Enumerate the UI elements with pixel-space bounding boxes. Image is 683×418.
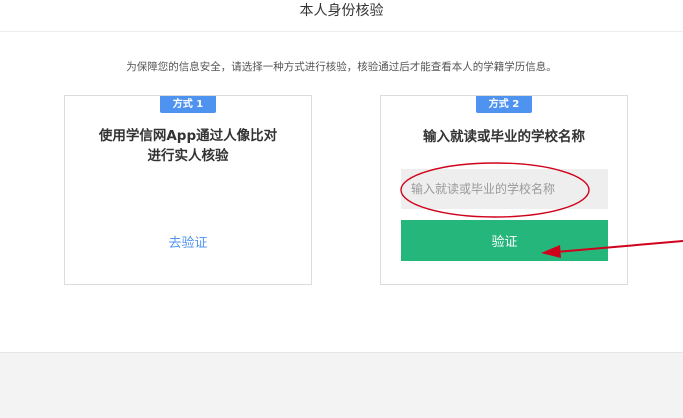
method-1-title-line2: 进行实人核验 (147, 148, 229, 164)
footer-band (0, 352, 683, 418)
method-1-title: 使用学信网App通过人像比对 进行实人核验 (65, 126, 311, 166)
method-2-badge: 方式 2 (476, 96, 532, 113)
method-1-card: 方式 1 使用学信网App通过人像比对 进行实人核验 去验证 (64, 95, 312, 285)
page-title: 本人身份核验 (299, 3, 384, 19)
go-verify-link[interactable]: 去验证 (65, 232, 311, 251)
method-1-badge: 方式 1 (160, 96, 216, 113)
method-2-card: 方式 2 输入就读或毕业的学校名称 验证 (380, 95, 628, 285)
verify-button[interactable]: 验证 (401, 220, 608, 261)
method-1-title-line1: 使用学信网App通过人像比对 (98, 128, 278, 144)
method-2-title: 输入就读或毕业的学校名称 (423, 129, 585, 145)
school-name-input[interactable] (401, 169, 608, 209)
security-notice: 为保障您的信息安全，请选择一种方式进行核验，核验通过后才能查看本人的学籍学历信息… (126, 61, 557, 73)
page-header: 本人身份核验 (0, 0, 683, 32)
identity-verification-page: 本人身份核验 为保障您的信息安全，请选择一种方式进行核验，核验通过后才能查看本人… (0, 0, 683, 418)
